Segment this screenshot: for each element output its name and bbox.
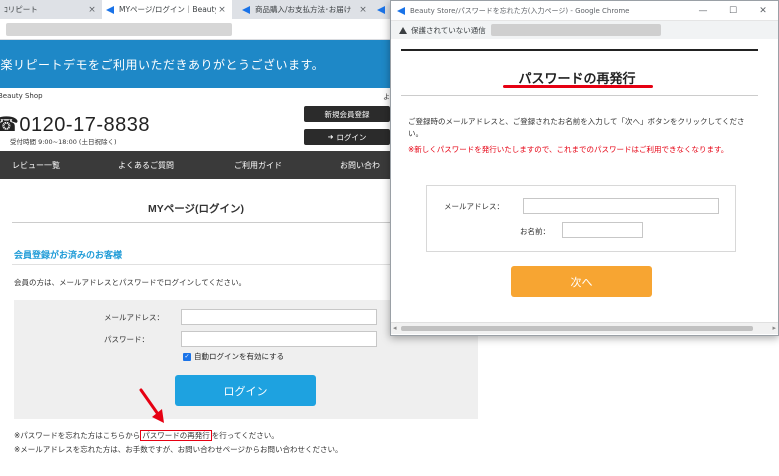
tab-close-icon[interactable]: ×	[216, 5, 228, 15]
tab-favicon-icon	[106, 5, 114, 14]
login-button-label: ログイン	[223, 384, 268, 398]
tab-close-icon[interactable]: ×	[86, 5, 98, 15]
email-input[interactable]	[181, 309, 377, 325]
tab-favicon-icon	[242, 5, 250, 14]
scroll-right-icon[interactable]: ▸	[772, 324, 776, 332]
forgot-note-post: を行ってください。	[211, 431, 279, 440]
horizontal-scrollbar[interactable]: ◂ ▸	[391, 322, 778, 334]
autologin-checkbox[interactable]: ✓ 自動ログインを有効にする	[183, 351, 284, 362]
reissue-name-input[interactable]	[562, 222, 643, 238]
phone-text: 0120-17-8838	[19, 114, 150, 136]
register-button[interactable]: 新規会員登録	[304, 106, 390, 122]
password-reissue-popup: Beauty Store/パスワードを忘れた方(入力ページ) - Google …	[390, 0, 779, 336]
heading-red-underline	[503, 85, 653, 88]
reissue-email-input[interactable]	[523, 198, 719, 214]
tab-favicon-icon	[377, 5, 385, 14]
popup-favicon-icon	[397, 6, 405, 15]
scroll-left-icon[interactable]: ◂	[393, 324, 397, 332]
password-reissue-link[interactable]: パスワードの再発行	[140, 430, 212, 441]
divider	[12, 264, 392, 265]
login-icon: ➜	[327, 133, 334, 141]
tab-purchase[interactable]: 商品購入/お支払方法･お届け ×	[238, 0, 373, 19]
address-bar-redacted[interactable]	[6, 23, 232, 36]
maximize-icon[interactable]: ☐	[718, 6, 748, 16]
nav-item-reviews[interactable]: レビュー一覧	[12, 160, 60, 171]
login-button[interactable]: ログイン	[175, 375, 316, 406]
popup-url-redacted	[490, 24, 661, 36]
nav-item-guide[interactable]: ご利用ガイド	[234, 160, 282, 171]
forgot-password-note: ※パスワードを忘れた方はこちらから パスワードの再発行 を行ってください。	[14, 430, 279, 441]
forgot-email-note: ※メールアドレスを忘れた方は、お手数ですが、お問い合わせページからお問い合わせく…	[14, 445, 343, 454]
tab-close-icon[interactable]: ×	[357, 5, 369, 15]
password-label: パスワード：	[104, 335, 149, 344]
next-button-label: 次へ	[570, 275, 593, 289]
top-rule	[401, 49, 758, 51]
minimize-icon[interactable]: —	[688, 6, 718, 16]
page-title: MYページ(ログイン)	[147, 203, 245, 215]
popup-titlebar: Beauty Store/パスワードを忘れた方(入力ページ) - Google …	[391, 1, 778, 21]
nav-item-contact[interactable]: お問い合わ	[340, 160, 380, 171]
header-login-button[interactable]: ➜ ログイン	[304, 129, 390, 145]
tab-title: ｺリピート	[4, 5, 38, 14]
tab-mypage-login[interactable]: MYページ/ログイン｜Beauty S ×	[102, 0, 232, 19]
member-heading: 会員登録がお済みのお客様	[14, 251, 123, 261]
shop-name: Beauty Shop	[0, 92, 43, 100]
shop-header: Beauty Shop よ ☎0120-17-8838 受付時間 9:00~18…	[0, 90, 392, 150]
insecure-warning-icon	[399, 26, 407, 34]
nav-item-faq[interactable]: よくあるご質問	[118, 160, 174, 171]
checkbox-checked-icon[interactable]: ✓	[183, 352, 191, 361]
autologin-label: 自動ログインを有効にする	[194, 352, 285, 361]
reissue-description: ご登録時のメールアドレスと、ご登録されたお名前を入力して「次へ」ボタンをクリック…	[408, 117, 745, 138]
close-icon[interactable]: ✕	[748, 6, 778, 16]
popup-body: パスワードの再発行 ご登録時のメールアドレスと、ご登録されたお名前を入力して「次…	[391, 39, 778, 335]
banner-text: 楽楽リピートデモをご利用いただきありがとうございます。	[0, 57, 325, 72]
global-nav: レビュー一覧 よくあるご質問 ご利用ガイド お問い合わ	[0, 151, 392, 179]
reissue-warning: ※新しくパスワードを発行いたしますので、これまでのパスワードはご利用できなくなり…	[408, 145, 729, 154]
browser-toolbar	[0, 19, 392, 40]
divider	[12, 222, 392, 223]
phone-number: ☎0120-17-8838	[0, 112, 150, 137]
reissue-email-label: メールアドレス：	[444, 202, 504, 211]
member-lead: 会員の方は、メールアドレスとパスワードでログインしてください。	[14, 278, 247, 287]
tab-title: 商品購入/お支払方法･お届け	[255, 5, 352, 14]
red-arrow-annotation-icon	[139, 388, 164, 423]
reissue-form: メールアドレス： お名前：	[426, 185, 736, 252]
welcome-banner: 楽楽リピートデモをご利用いただきありがとうございます。	[0, 40, 392, 88]
phone-icon: ☎	[0, 114, 20, 136]
insecure-label[interactable]: 保護されていない通信	[411, 25, 486, 36]
register-button-label: 新規会員登録	[324, 109, 370, 119]
shop-header-right-text: よ	[383, 93, 390, 101]
login-content: MYページ(ログイン) 会員登録がお済みのお客様 会員の方は、メールアドレスとパ…	[0, 179, 478, 476]
header-login-label: ログイン	[336, 132, 367, 142]
phone-hours: 受付時間 9:00~18:00 (土日祝除く)	[10, 138, 117, 146]
password-input[interactable]	[181, 331, 377, 347]
tab-repeat[interactable]: ｺリピート ×	[0, 0, 102, 19]
next-button[interactable]: 次へ	[511, 266, 652, 297]
popup-title: Beauty Store/パスワードを忘れた方(入力ページ) - Google …	[410, 6, 630, 15]
forgot-note-pre: ※パスワードを忘れた方はこちらから	[14, 431, 141, 440]
divider	[401, 95, 758, 96]
scrollbar-thumb[interactable]	[401, 326, 753, 331]
tab-title: MYページ/ログイン｜Beauty S	[119, 5, 216, 14]
reissue-name-label: お名前：	[520, 227, 550, 236]
email-label: メールアドレス：	[104, 313, 164, 322]
popup-address-bar: 保護されていない通信	[391, 21, 778, 39]
